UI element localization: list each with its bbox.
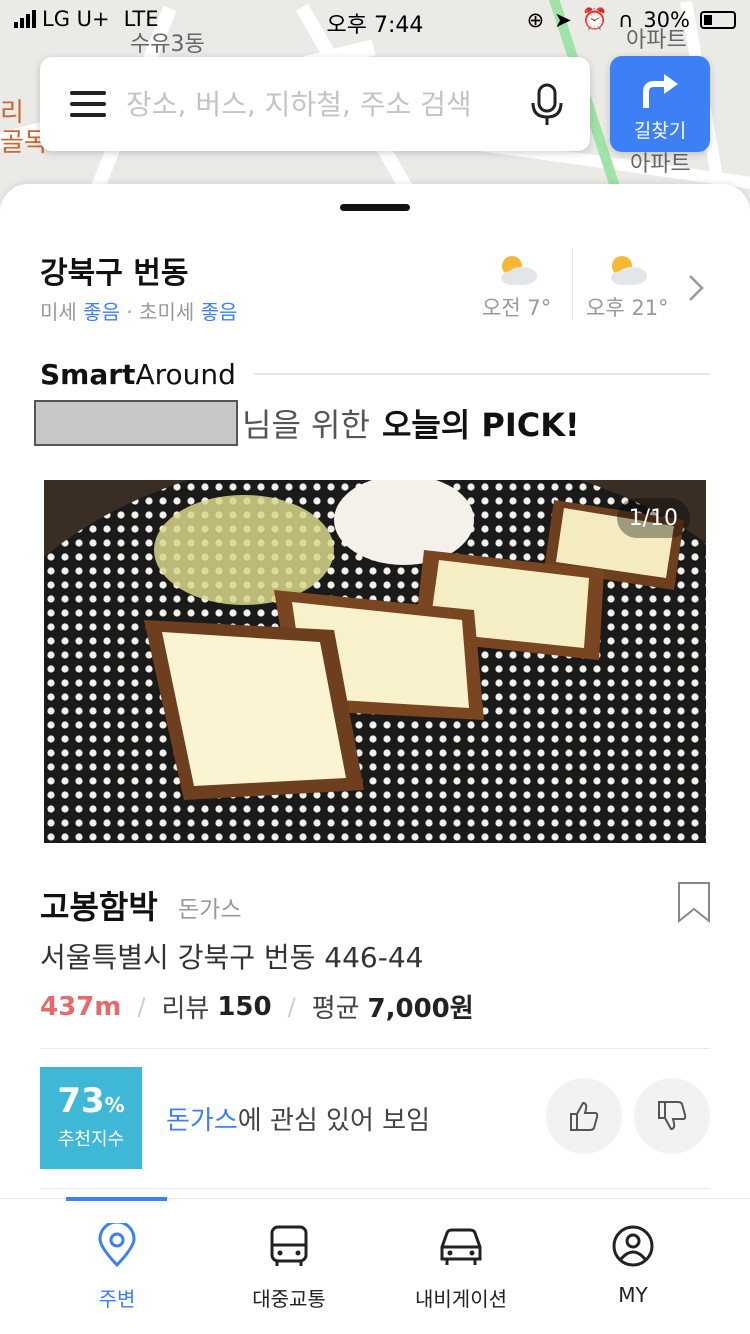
air-ultrafine-value: 좋음 <box>200 300 238 324</box>
rotation-lock-icon: ⊕ <box>526 7 545 32</box>
smart-around-bold: Smart <box>40 358 136 391</box>
air-quality: 미세 좋음 · 초미세 좋음 <box>40 296 237 325</box>
search-bar[interactable] <box>40 57 590 151</box>
car-icon <box>440 1228 482 1265</box>
interest-keyword: 돈가스 <box>166 1106 238 1136</box>
place-address: 서울특별시 강북구 번동 446-44 <box>40 941 424 974</box>
redacted-username <box>34 400 238 446</box>
dislike-button[interactable] <box>634 1078 710 1154</box>
tonkatsu-image <box>44 480 706 843</box>
bus-icon <box>270 1225 308 1266</box>
alarm-icon: ⏰ <box>581 7 608 31</box>
weather-time: 오전 <box>482 296 521 320</box>
place-meta: 437m / 리뷰 150 / 평균 7,000원 <box>40 988 474 1025</box>
weather-time: 오후 <box>586 296 625 320</box>
divider <box>40 1048 710 1049</box>
tab-my[interactable]: MY <box>558 1199 708 1334</box>
weather-temp: 7° <box>527 296 552 320</box>
avg-price: 7,000원 <box>367 994 474 1024</box>
tab-label: MY <box>618 1283 648 1307</box>
weather-divider <box>572 248 573 320</box>
menu-icon[interactable] <box>70 91 106 117</box>
user-icon <box>612 1225 654 1267</box>
battery-icon <box>700 10 736 29</box>
partly-cloudy-icon <box>611 256 648 285</box>
weather-morning[interactable]: 오전 7° <box>482 252 551 322</box>
tab-label: 내비게이션 <box>415 1287 507 1311</box>
recommend-score-badge: 73% 추천지수 <box>40 1067 142 1169</box>
divider <box>254 373 710 375</box>
bottom-sheet[interactable]: 강북구 번동 미세 좋음 · 초미세 좋음 오전 7° 오후 21° Smart… <box>0 184 750 1334</box>
interest-text: 돈가스에 관심 있어 보임 <box>166 1100 430 1137</box>
tab-label: 대중교통 <box>252 1287 326 1311</box>
air-fine-value: 좋음 <box>83 300 120 324</box>
thumbs-down-icon <box>658 1101 687 1131</box>
headphones-icon: ∩ <box>617 7 634 32</box>
location-pin-icon <box>98 1223 136 1268</box>
weather-afternoon[interactable]: 오후 21° <box>586 252 669 322</box>
tab-navigation[interactable]: 내비게이션 <box>386 1199 536 1334</box>
separator: / <box>287 992 296 1021</box>
battery-percent: 30% <box>643 7 690 32</box>
air-ultrafine-label: · 초미세 <box>126 300 195 324</box>
divider <box>40 1188 710 1189</box>
location-arrow-icon: ➤ <box>554 7 572 32</box>
search-input[interactable] <box>126 87 506 121</box>
drag-handle[interactable] <box>340 204 410 211</box>
smart-around-regular: Around <box>135 358 236 391</box>
review-label: 리뷰 <box>161 994 210 1024</box>
place-category: 돈가스 <box>178 897 242 923</box>
smart-around-logo: SmartAround <box>40 358 236 391</box>
score-value: 73 <box>57 1081 105 1121</box>
weather-temp: 21° <box>631 296 669 320</box>
thumbs-up-icon <box>570 1101 599 1131</box>
avg-label: 평균 <box>311 994 360 1024</box>
score-unit: % <box>104 1093 125 1117</box>
tab-label: 주변 <box>98 1287 136 1311</box>
air-fine-label: 미세 <box>40 300 77 324</box>
tab-bar: 주변 대중교통 내비게이션 MY <box>0 1197 750 1334</box>
pick-highlight: 오늘의 PICK! <box>381 406 580 444</box>
tab-transit[interactable]: 대중교통 <box>214 1199 364 1334</box>
pick-suffix: 님을 위한 <box>242 406 370 444</box>
pick-headline: 님을 위한 오늘의 PICK! <box>34 400 580 446</box>
separator: / <box>137 992 146 1021</box>
directions-button[interactable]: 길찾기 <box>610 56 710 152</box>
image-counter: 1/10 <box>616 498 690 538</box>
location-title: 강북구 번동 <box>40 256 189 291</box>
bookmark-icon[interactable] <box>677 881 711 923</box>
status-bar: LG U+ LTE 오후 7:44 ⊕ ➤ ⏰ ∩ 30% <box>0 0 750 40</box>
interest-suffix: 에 관심 있어 보임 <box>237 1106 430 1136</box>
microphone-icon[interactable] <box>530 83 564 127</box>
directions-label: 길찾기 <box>633 120 687 142</box>
review-count: 150 <box>217 991 272 1022</box>
score-label: 추천지수 <box>57 1129 125 1150</box>
turn-arrow-icon <box>643 74 678 108</box>
partly-cloudy-icon <box>500 256 537 285</box>
distance: 437m <box>40 991 122 1022</box>
food-photo[interactable]: 1/10 <box>44 480 706 843</box>
place-name[interactable]: 고봉함박 <box>40 882 158 928</box>
tab-nearby[interactable]: 주변 <box>42 1199 192 1334</box>
chevron-right-icon[interactable] <box>686 272 706 304</box>
like-button[interactable] <box>546 1078 622 1154</box>
